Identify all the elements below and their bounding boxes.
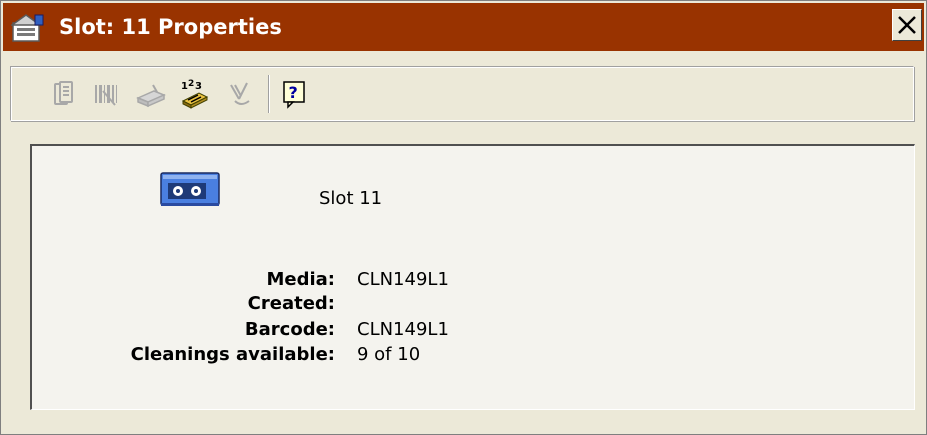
drive-icon (136, 84, 166, 108)
title-bar[interactable]: Slot: 11 Properties (3, 3, 924, 51)
media-label: Media: (266, 269, 335, 290)
cartridge-stack-button[interactable] (47, 79, 79, 109)
cleanings-value: 9 of 10 (357, 344, 421, 365)
cleaning-tape-icon (160, 172, 220, 206)
barcode-label: Barcode: (244, 319, 335, 340)
media-value: CLN149L1 (357, 269, 449, 290)
drive-button[interactable] (135, 79, 167, 109)
svg-text:3: 3 (195, 81, 202, 92)
barcode-button[interactable] (91, 79, 123, 109)
svg-text:?: ? (289, 83, 298, 102)
help-button[interactable]: ? (279, 79, 311, 109)
help-icon: ? (283, 81, 305, 109)
properties-panel: Slot 11 Media: CLN149L1 Created: Barcode… (30, 144, 915, 410)
cleanings-label: Cleanings available: (130, 344, 335, 365)
slot-label: Slot 11 (319, 188, 383, 209)
barcode-value: CLN149L1 (357, 319, 449, 340)
close-icon (898, 16, 916, 34)
barcode-icon (95, 85, 117, 106)
toolbar: 1 2 3 ? (10, 66, 914, 121)
properties-window-icon (11, 14, 44, 42)
toolbar-separator (268, 75, 270, 113)
created-label: Created: (247, 293, 335, 314)
inventory-button[interactable]: 1 2 3 (177, 79, 209, 109)
property-row-cleanings: Cleanings available: 9 of 10 (32, 343, 917, 367)
property-row-barcode: Barcode: CLN149L1 (32, 318, 917, 342)
inventory-numbers-icon: 1 2 3 (181, 79, 209, 109)
close-button[interactable] (892, 9, 922, 41)
svg-text:1: 1 (181, 81, 188, 92)
clean-button[interactable] (223, 79, 255, 109)
properties-window: Slot: 11 Properties 1 2 3 ? Slot 11 Medi… (0, 0, 927, 435)
window-title: Slot: 11 Properties (59, 15, 282, 39)
cartridge-stack-icon (54, 81, 73, 105)
svg-text:2: 2 (188, 79, 194, 89)
property-row-media: Media: CLN149L1 (32, 268, 917, 292)
property-row-created: Created: (32, 292, 917, 316)
clean-brush-icon (230, 82, 250, 105)
